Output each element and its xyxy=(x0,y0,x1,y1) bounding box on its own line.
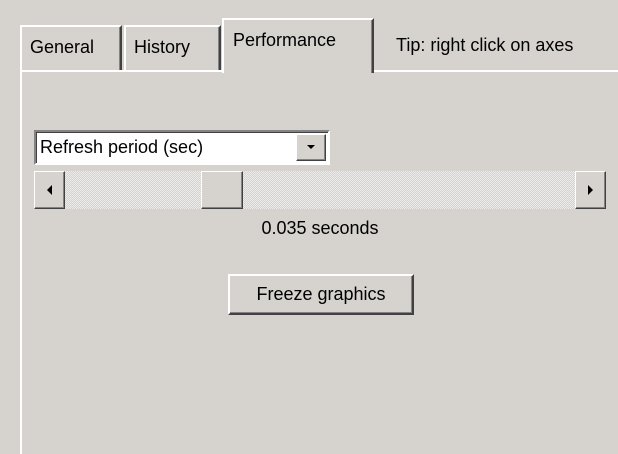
arrow-left-icon xyxy=(47,185,52,195)
slider-thumb[interactable] xyxy=(200,171,243,209)
tab-history-label: History xyxy=(134,37,191,57)
freeze-graphics-button[interactable]: Freeze graphics xyxy=(228,274,414,315)
refresh-period-value: 0.035 seconds xyxy=(261,218,379,238)
refresh-period-dropdown[interactable]: Refresh period (sec) xyxy=(34,130,330,165)
slider-decrement-button[interactable] xyxy=(34,171,65,209)
refresh-period-slider[interactable] xyxy=(34,171,606,209)
tab-history[interactable]: History xyxy=(124,25,221,71)
tab-performance[interactable]: Performance xyxy=(222,18,374,73)
performance-panel xyxy=(20,70,618,454)
tab-performance-label: Performance xyxy=(233,30,337,50)
tip-text: Tip: right click on axes xyxy=(396,35,574,55)
preferences-window: General History Performance Tip: right c… xyxy=(0,0,618,454)
slider-track[interactable] xyxy=(65,171,575,209)
dropdown-selected-value: Refresh period (sec) xyxy=(40,137,204,157)
tab-general-label: General xyxy=(30,37,95,57)
dropdown-toggle-button[interactable] xyxy=(296,134,326,161)
tab-general[interactable]: General xyxy=(20,25,122,71)
arrow-right-icon xyxy=(588,185,593,195)
slider-increment-button[interactable] xyxy=(575,171,606,209)
chevron-down-icon xyxy=(307,145,315,149)
